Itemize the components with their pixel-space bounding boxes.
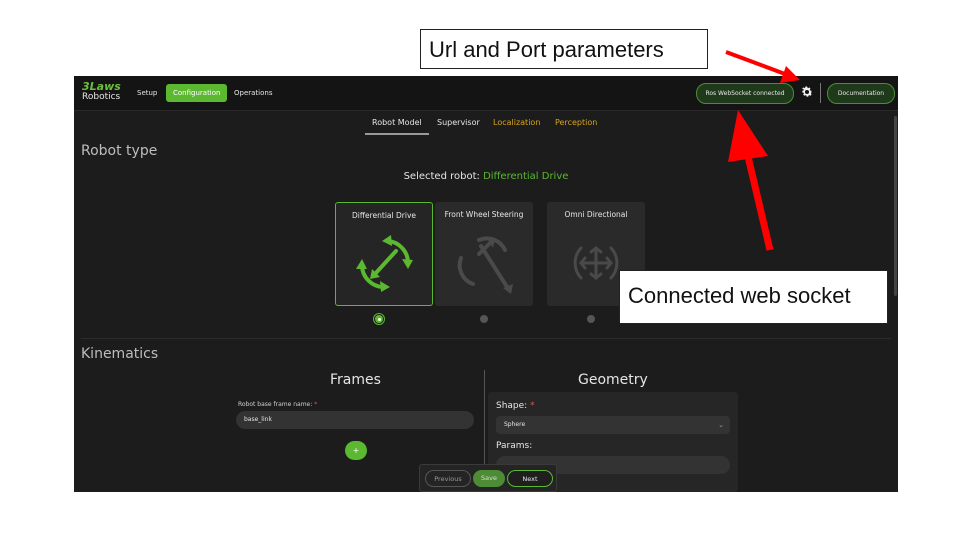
arrow-to-gear — [725, 50, 800, 83]
annotation-arrows — [725, 50, 800, 251]
arrow-to-ws-status — [728, 110, 774, 251]
